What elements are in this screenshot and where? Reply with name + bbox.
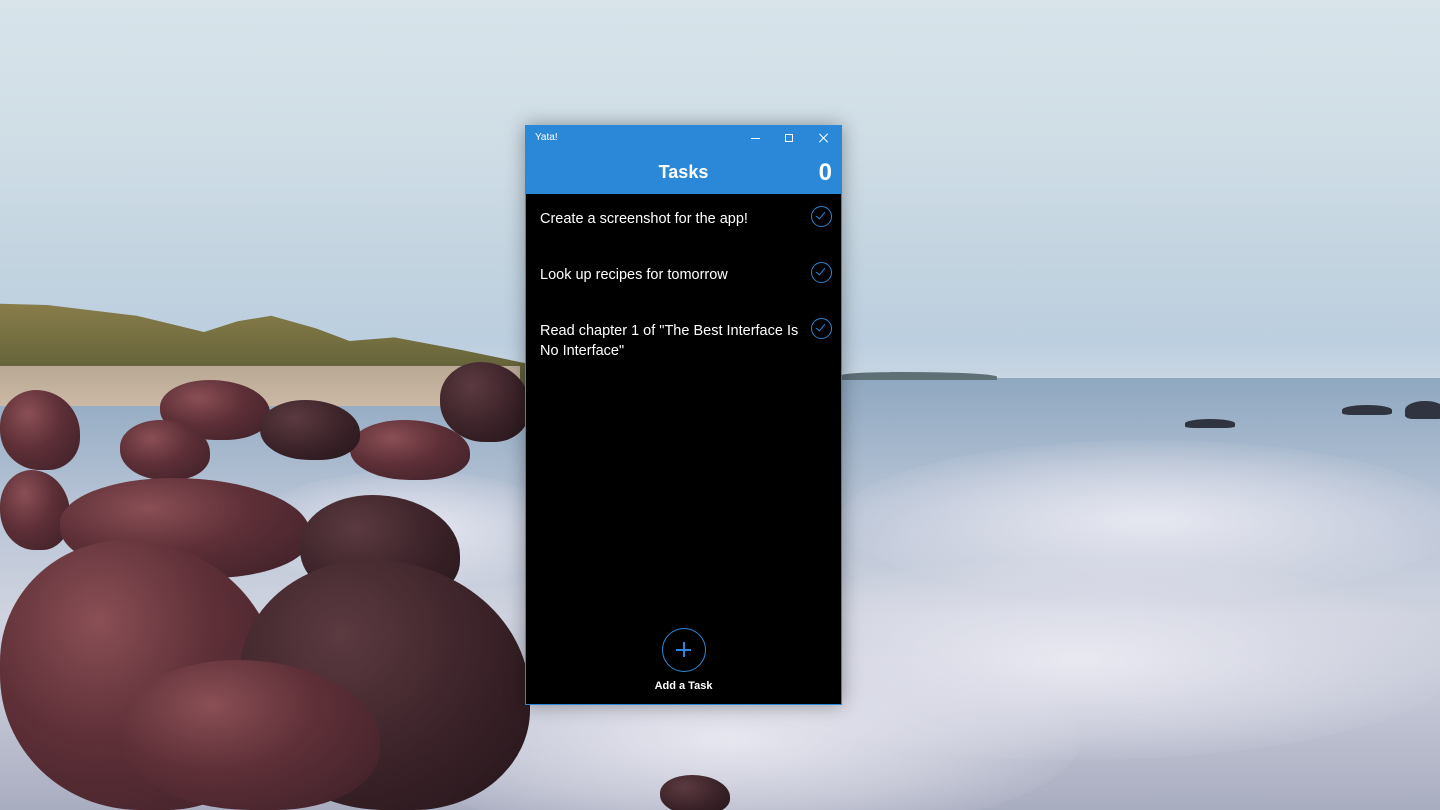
maximize-button[interactable]: [772, 126, 806, 150]
minimize-button[interactable]: [738, 126, 772, 150]
close-button[interactable]: [807, 126, 841, 150]
plus-circle-icon[interactable]: [662, 628, 706, 672]
checkmark-circle-icon[interactable]: [811, 262, 832, 283]
checkmark-circle-icon[interactable]: [811, 318, 832, 339]
minimize-icon: [750, 137, 760, 139]
close-icon: [819, 133, 829, 143]
app-window: Yata! Tasks 0 Create a screenshot for th…: [525, 125, 842, 705]
wallpaper-headland: [842, 372, 997, 380]
task-item: Create a screenshot for the app!: [526, 194, 841, 250]
task-item: Read chapter 1 of "The Best Interface Is…: [526, 306, 841, 376]
add-task-label[interactable]: Add a Task: [526, 680, 841, 692]
task-list: Create a screenshot for the app! Look up…: [526, 194, 841, 376]
task-text: Look up recipes for tomorrow: [540, 267, 728, 283]
page-header: Tasks 0: [526, 150, 841, 194]
title-bar[interactable]: Yata!: [526, 126, 841, 150]
task-text: Read chapter 1 of "The Best Interface Is…: [540, 323, 799, 359]
page-title: Tasks: [658, 162, 709, 182]
task-item: Look up recipes for tomorrow: [526, 250, 841, 306]
task-text: Create a screenshot for the app!: [540, 211, 748, 227]
window-title: Yata!: [535, 132, 558, 143]
checkmark-circle-icon[interactable]: [811, 206, 832, 227]
completed-count: 0: [818, 159, 832, 186]
maximize-icon: [785, 134, 793, 142]
